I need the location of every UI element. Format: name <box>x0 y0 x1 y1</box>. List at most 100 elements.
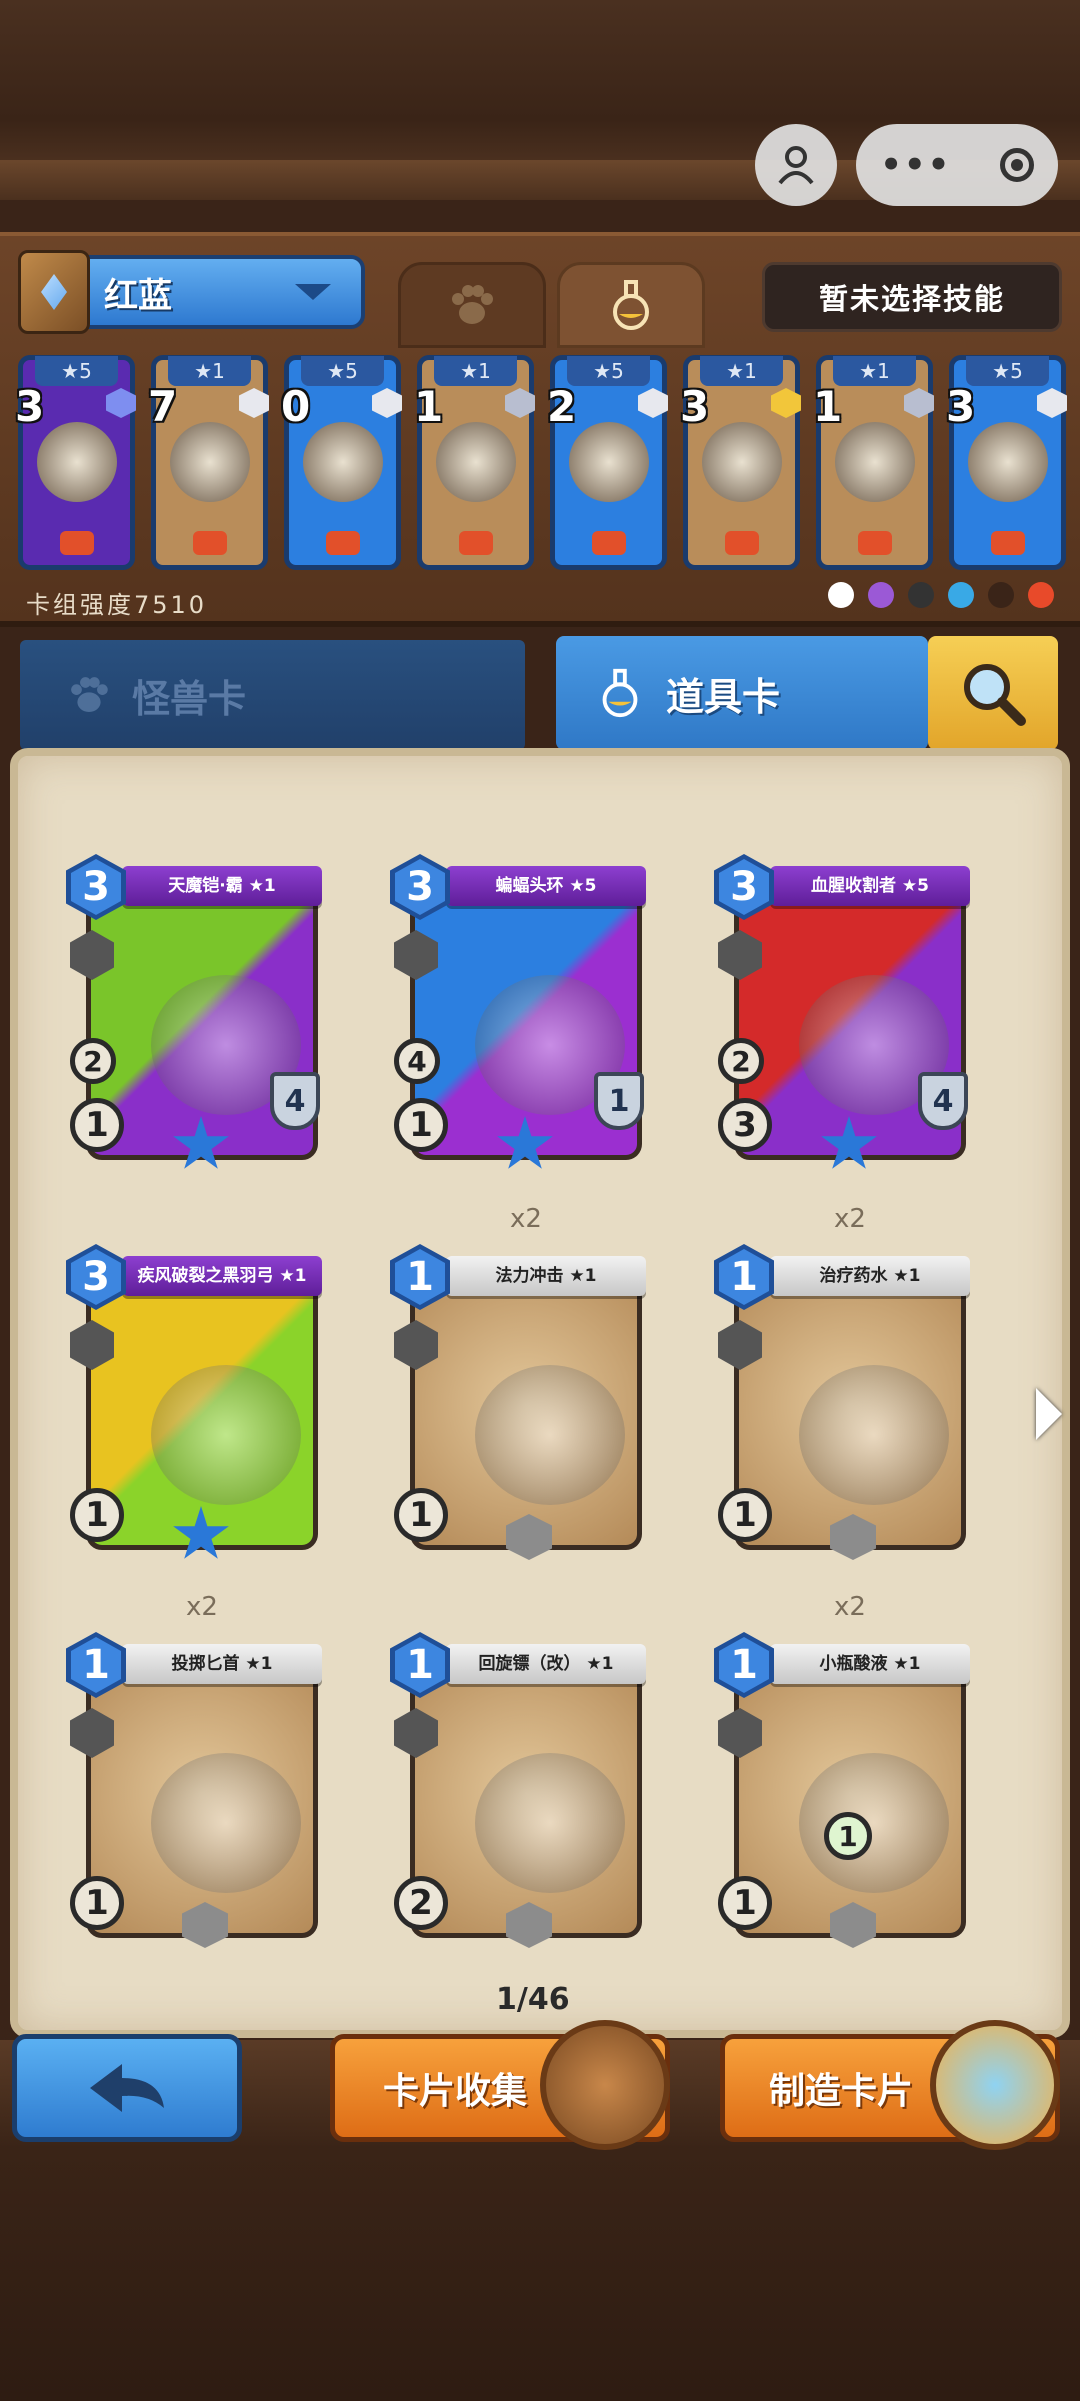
card-art <box>799 1365 949 1505</box>
collection-card[interactable]: x2 法力冲击 ★1 1 1 <box>390 1204 650 1560</box>
collection-card[interactable]: 回旋镖（改） ★1 1 2 <box>390 1628 650 1948</box>
element-icon[interactable] <box>948 582 974 608</box>
card-art <box>475 1753 625 1893</box>
deck-card[interactable]: ★5 2 <box>547 355 668 570</box>
card-title: 天魔铠·霸 ★1 <box>122 866 322 906</box>
card-stat-value: 1 <box>394 1098 448 1152</box>
card-collection-label: 卡片收集 <box>383 2071 528 2112</box>
person-icon <box>778 146 814 185</box>
rarity-gem-icon <box>638 388 668 418</box>
card-stat-value: 2 <box>394 1876 448 1930</box>
card-title: 治疗药水 ★1 <box>770 1256 970 1296</box>
deck-card-stars: ★5 <box>966 356 1049 386</box>
rarity-gem-icon <box>106 388 136 418</box>
card-art <box>151 1753 301 1893</box>
element-icon[interactable] <box>1028 582 1054 608</box>
collection-card[interactable]: x2 投掷匕首 ★1 1 1 <box>66 1592 326 1948</box>
card-stat-value: 1 <box>70 1098 124 1152</box>
card-armor-value: 1 <box>594 1072 644 1130</box>
deck-card[interactable]: ★1 3 <box>680 355 801 570</box>
collection-card[interactable]: x2 小瓶酸液 ★1 1 1 1 <box>714 1592 974 1948</box>
card-title: 血腥收割者 ★5 <box>770 866 970 906</box>
deck-card-art <box>170 422 250 502</box>
collection-card[interactable]: 蝙蝠头环 ★5 3 1 4 1 <box>390 850 650 1169</box>
deck-card[interactable]: ★1 1 <box>414 355 535 570</box>
deck-card-cost: 0 <box>281 382 311 431</box>
tab-item-skill[interactable] <box>557 262 705 348</box>
potion-icon <box>613 280 649 330</box>
card-stat-value: 1 <box>70 1876 124 1930</box>
element-flame-icon <box>724 531 759 555</box>
card-armor-value: 4 <box>270 1072 320 1130</box>
card-title: 法力冲击 ★1 <box>446 1256 646 1296</box>
paw-icon <box>71 677 108 712</box>
card-stat-value: 1 <box>718 1876 772 1930</box>
search-button[interactable] <box>928 636 1058 750</box>
page-indicator: 1/46 <box>496 1982 570 2017</box>
user-button[interactable] <box>755 124 837 206</box>
deck-card-art <box>436 422 516 502</box>
card-copies: x2 <box>834 1592 866 1622</box>
deck-book-icon <box>18 250 90 334</box>
search-icon <box>964 664 1026 726</box>
collection-card[interactable]: 血腥收割者 ★5 3 3 2 4 <box>714 850 974 1169</box>
deck-card[interactable]: ★5 3 <box>946 355 1067 570</box>
tab-monster-label: 怪兽卡 <box>132 676 247 721</box>
back-button[interactable] <box>12 2034 242 2142</box>
element-icon[interactable] <box>868 582 894 608</box>
element-flame-icon <box>591 531 626 555</box>
collection-card[interactable]: x2 治疗药水 ★1 1 1 <box>714 1204 974 1560</box>
deck-card[interactable]: ★5 0 <box>281 355 402 570</box>
deck-card-cost: 2 <box>547 382 577 431</box>
card-stat-value: 1 <box>394 1488 448 1542</box>
element-icon[interactable] <box>828 582 854 608</box>
deck-card-stars: ★1 <box>833 356 916 386</box>
deck-card-cost: 3 <box>680 382 710 431</box>
deck-card-art <box>835 422 915 502</box>
rarity-gem-icon <box>771 388 801 418</box>
deck-card[interactable]: ★1 1 <box>813 355 934 570</box>
tab-monster-skill[interactable] <box>398 262 546 348</box>
deck-card-cost: 7 <box>148 382 178 431</box>
paw-icon <box>452 285 493 324</box>
deck-card[interactable]: ★1 7 <box>148 355 269 570</box>
deck-name: 红蓝 <box>104 275 172 316</box>
deck-card-stars: ★1 <box>700 356 783 386</box>
deck-card-art <box>968 422 1048 502</box>
card-title: 疾风破裂之黑羽弓 ★1 <box>122 1256 322 1296</box>
card-stat-value-2: 2 <box>718 1038 764 1084</box>
tab-monster-cards[interactable]: 怪兽卡 <box>20 640 525 750</box>
element-filter <box>828 582 1054 608</box>
deck-card[interactable]: ★5 3 <box>15 355 136 570</box>
card-title: 投掷匕首 ★1 <box>122 1644 322 1684</box>
element-icon[interactable] <box>908 582 934 608</box>
skill-select-button[interactable]: 暂未选择技能 <box>762 262 1062 332</box>
element-flame-icon <box>857 531 892 555</box>
card-stat-value: 3 <box>718 1098 772 1152</box>
card-art <box>799 1753 949 1893</box>
tab-item-cards[interactable]: 道具卡 <box>556 636 928 750</box>
deck-card-art <box>37 422 117 502</box>
deck-card-cost: 3 <box>15 382 45 431</box>
rarity-gem-icon <box>239 388 269 418</box>
deck-card-cost: 1 <box>414 382 444 431</box>
card-stat-value: 1 <box>70 1488 124 1542</box>
element-icon[interactable] <box>988 582 1014 608</box>
element-flame-icon <box>990 531 1025 555</box>
deck-card-stars: ★1 <box>434 356 517 386</box>
collection-card[interactable]: 疾风破裂之黑羽弓 ★1 3 1 <box>66 1240 326 1559</box>
card-stat-value: 1 <box>718 1488 772 1542</box>
miniprogram-capsule: ••• <box>856 124 1058 206</box>
deck-card-cost: 1 <box>813 382 843 431</box>
tab-item-label: 道具卡 <box>666 674 781 719</box>
card-art <box>151 1365 301 1505</box>
deck-card-stars: ★1 <box>168 356 251 386</box>
element-flame-icon <box>192 531 227 555</box>
close-icon[interactable] <box>999 148 1034 182</box>
deck-selector[interactable]: 红蓝 <box>18 250 365 334</box>
collection-card[interactable]: 天魔铠·霸 ★1 3 1 2 4 <box>66 850 326 1169</box>
next-page-arrow[interactable] <box>1036 1388 1062 1440</box>
potion-icon <box>602 668 638 718</box>
deck-power: 卡组强度7510 <box>26 591 208 619</box>
more-icon[interactable]: ••• <box>880 145 951 185</box>
